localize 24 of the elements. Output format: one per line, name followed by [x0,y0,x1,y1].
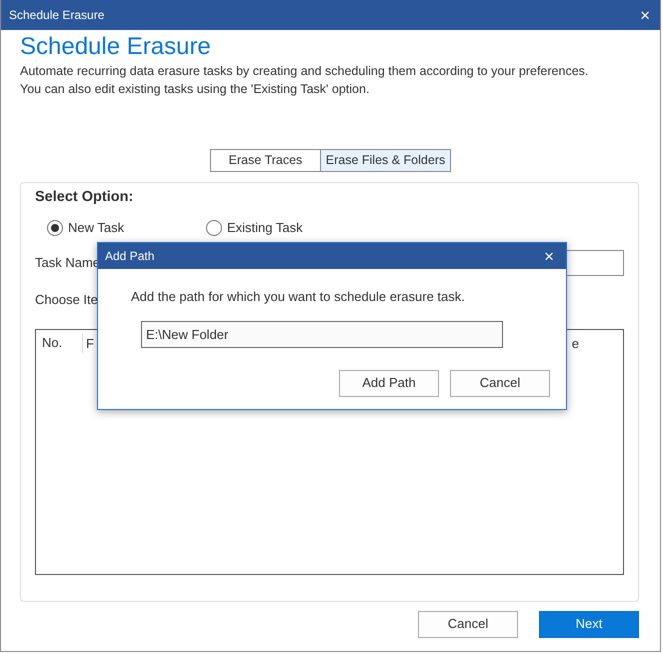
page-heading: Schedule Erasure [20,33,212,62]
description-text: Automate recurring data erasure tasks by creating and scheduling them according to your preferences. [20,62,590,80]
section-title: Select Option: [35,188,134,207]
radio-label: New Task [68,219,124,238]
tab[interactable]: Erase Traces [210,148,321,172]
window-title: Schedule Erasure [9,7,104,24]
column-header: No. [36,333,83,354]
radio-label: Existing Task [227,219,303,238]
field-label: Choose Ite [35,290,98,309]
dialog-message: Add the path for which you want to schedule erasure task. [131,288,466,306]
tab[interactable]: Erase Files & Folders [321,148,451,172]
add-path-button[interactable]: Add Path [339,370,439,396]
description-text: You can also edit existing tasks using the 'Existing Task' option. [20,80,370,98]
cancel-button[interactable]: Cancel [418,610,518,638]
radio-button[interactable] [47,220,63,236]
column-header: F [85,334,94,353]
dialog-title: Add Path [105,248,154,265]
cancel-button[interactable]: Cancel [450,370,550,396]
close-button[interactable]: × [544,248,554,264]
path-field[interactable]: E:\New Folder [141,320,503,348]
column-header: e [572,334,580,353]
next-button[interactable]: Next [539,610,639,638]
radio-button[interactable] [206,220,222,236]
close-button[interactable]: × [640,6,650,24]
